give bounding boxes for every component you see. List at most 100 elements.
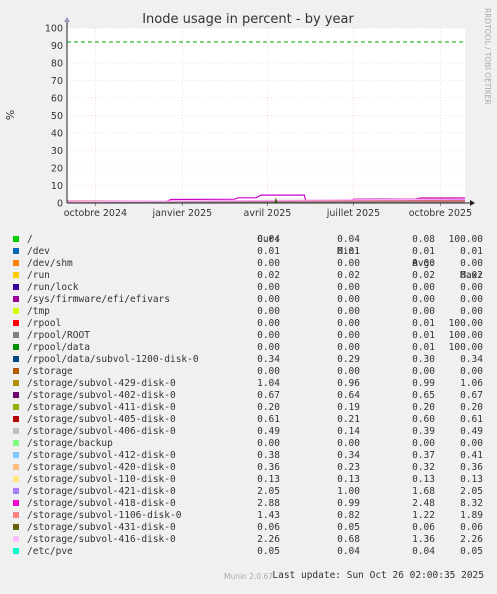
legend-cur-value: 0.00 [220, 294, 280, 306]
legend-row: /storage/subvol-110-disk-00.130.130.130.… [0, 474, 497, 486]
legend-cur-value: 2.05 [220, 486, 280, 498]
y-tick-label: 40 [51, 129, 63, 140]
legend-min-value: 0.00 [300, 366, 360, 378]
legend-cur-value: 0.61 [220, 414, 280, 426]
y-tick-label: 20 [51, 164, 63, 175]
legend-cur-value: 2.88 [220, 498, 280, 510]
legend-series-name: /rpool/data/subvol-1200-disk-0 [27, 354, 199, 366]
legend-max-value: 0.00 [423, 438, 483, 450]
legend-max-value: 0.20 [423, 402, 483, 414]
y-tick-label: 0 [57, 199, 63, 210]
inode-usage-chart: Inode usage in percent - by year % RRDTO… [0, 0, 497, 220]
legend-min-value: 0.96 [300, 378, 360, 390]
legend-row: /dev0.010.010.010.01 [0, 246, 497, 258]
legend-series-name: /storage/subvol-416-disk-0 [27, 534, 176, 546]
legend-series-name: / [27, 234, 33, 246]
legend-cur-value: 0.00 [220, 318, 280, 330]
legend-min-value: 0.00 [300, 318, 360, 330]
x-axis-arrow [470, 200, 475, 206]
legend-row: /storage/subvol-421-disk-02.051.001.682.… [0, 486, 497, 498]
legend-min-value: 0.01 [300, 246, 360, 258]
legend-cur-value: 0.34 [220, 354, 280, 366]
legend-color-swatch [13, 284, 19, 290]
legend-series-name: /storage/backup [27, 438, 113, 450]
legend-min-value: 0.19 [300, 402, 360, 414]
legend-cur-value: 0.00 [220, 258, 280, 270]
legend-color-swatch [13, 248, 19, 254]
legend-max-value: 1.89 [423, 510, 483, 522]
legend-color-swatch [13, 512, 19, 518]
legend-series-name: /storage/subvol-405-disk-0 [27, 414, 176, 426]
y-tick-label: 10 [51, 181, 63, 192]
legend-color-swatch [13, 500, 19, 506]
legend-color-swatch [13, 308, 19, 314]
legend-row: /rpool/ROOT0.000.000.01100.00 [0, 330, 497, 342]
legend-min-value: 0.00 [300, 294, 360, 306]
legend-cur-value: 0.05 [220, 546, 280, 558]
legend-max-value: 0.00 [423, 258, 483, 270]
legend-max-value: 0.00 [423, 366, 483, 378]
legend-row: /storage/subvol-402-disk-00.670.640.650.… [0, 390, 497, 402]
legend-row: /storage/subvol-412-disk-00.380.340.370.… [0, 450, 497, 462]
legend-series-name: /rpool [27, 318, 61, 330]
legend-min-value: 0.00 [300, 282, 360, 294]
legend-series-name: /storage/subvol-420-disk-0 [27, 462, 176, 474]
legend-color-swatch [13, 332, 19, 338]
legend-cur-value: 2.26 [220, 534, 280, 546]
legend-min-value: 0.00 [300, 306, 360, 318]
legend-row: /rpool/data0.000.000.01100.00 [0, 342, 497, 354]
legend-max-value: 100.00 [423, 234, 483, 246]
legend-row: /storage/backup0.000.000.000.00 [0, 438, 497, 450]
legend-header: Cur: Min: Avg: Max: [0, 222, 497, 234]
y-tick-label: 80 [51, 59, 63, 70]
legend-row: /storage/subvol-420-disk-00.360.230.320.… [0, 462, 497, 474]
munin-version: Munin 2.0.67 [0, 572, 497, 581]
legend-series-name: /storage/subvol-1106-disk-0 [27, 510, 181, 522]
legend-row: /storage/subvol-431-disk-00.060.050.060.… [0, 522, 497, 534]
legend-min-value: 0.00 [300, 438, 360, 450]
legend-cur-value: 1.43 [220, 510, 280, 522]
legend-min-value: 0.68 [300, 534, 360, 546]
legend-max-value: 100.00 [423, 342, 483, 354]
legend-row: /storage/subvol-1106-disk-01.430.821.221… [0, 510, 497, 522]
legend-color-swatch [13, 440, 19, 446]
legend-max-value: 0.36 [423, 462, 483, 474]
last-update: Last update: Sun Oct 26 02:00:35 2025 [0, 558, 497, 570]
legend-max-value: 2.05 [423, 486, 483, 498]
legend-color-swatch [13, 260, 19, 266]
legend-max-value: 8.32 [423, 498, 483, 510]
legend-row: /rpool/data/subvol-1200-disk-00.340.290.… [0, 354, 497, 366]
legend-max-value: 0.06 [423, 522, 483, 534]
legend-series-name: /storage/subvol-429-disk-0 [27, 378, 176, 390]
legend-cur-value: 0.06 [220, 522, 280, 534]
legend-series-name: /sys/firmware/efi/efivars [27, 294, 170, 306]
legend-min-value: 0.14 [300, 426, 360, 438]
legend-cur-value: 0.00 [220, 306, 280, 318]
legend-min-value: 0.23 [300, 462, 360, 474]
legend-series-name: /storage/subvol-110-disk-0 [27, 474, 176, 486]
legend-row: /storage/subvol-406-disk-00.490.140.390.… [0, 426, 497, 438]
legend-min-value: 0.05 [300, 522, 360, 534]
legend-max-value: 100.00 [423, 318, 483, 330]
legend-row: /storage/subvol-418-disk-02.880.992.488.… [0, 498, 497, 510]
legend-series-name: /rpool/ROOT [27, 330, 90, 342]
legend-max-value: 2.26 [423, 534, 483, 546]
legend-color-swatch [13, 368, 19, 374]
legend-color-swatch [13, 536, 19, 542]
legend-series-name: /storage/subvol-431-disk-0 [27, 522, 176, 534]
legend-series-name: /storage [27, 366, 73, 378]
legend-max-value: 0.61 [423, 414, 483, 426]
legend-max-value: 0.49 [423, 426, 483, 438]
legend-series-name: /rpool/data [27, 342, 90, 354]
legend-cur-value: 0.00 [220, 366, 280, 378]
legend-min-value: 0.82 [300, 510, 360, 522]
legend-row: /run0.020.020.020.02 [0, 270, 497, 282]
legend-max-value: 0.05 [423, 546, 483, 558]
y-tick-label: 100 [45, 24, 63, 35]
legend-series-name: /tmp [27, 306, 50, 318]
legend-series-name: /run [27, 270, 50, 282]
legend-color-swatch [13, 320, 19, 326]
legend-color-swatch [13, 344, 19, 350]
legend-max-value: 1.06 [423, 378, 483, 390]
legend-color-swatch [13, 356, 19, 362]
